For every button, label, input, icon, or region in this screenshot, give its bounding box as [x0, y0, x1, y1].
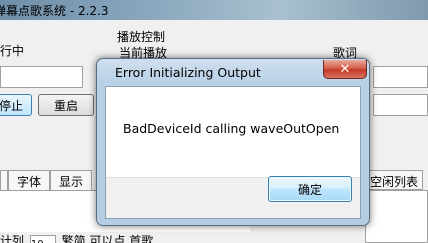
tab-display[interactable]: 显示 [50, 170, 93, 190]
stop-button[interactable]: 停止 [0, 94, 32, 116]
background-window-title: 弹幕点歌系统 - 2.2.3 [0, 4, 109, 18]
song-limit-value: 10 [31, 239, 44, 243]
settings-tabs: 字体 显示 [0, 170, 93, 190]
song-limit-row: 计列 10 繁简 可以点 首歌 [0, 232, 153, 243]
tab-font-label: 字体 [17, 175, 42, 189]
dialog-close-button[interactable]: ✕ [323, 60, 367, 79]
idle-list-pane: 空闲列表 [365, 170, 428, 243]
ok-button[interactable]: 确定 [268, 176, 352, 202]
ok-button-label: 确定 [297, 182, 322, 197]
playback-control-group-label: 播放控制 [117, 30, 166, 44]
error-dialog: Error Initializing Output ✕ BadDeviceId … [96, 58, 370, 226]
lyrics-textbox[interactable] [373, 66, 428, 88]
tab-idle-list-label: 空闲列表 [370, 175, 419, 189]
song-limit-suffix: 繁简 可以点 首歌 [61, 234, 154, 243]
dialog-body: BadDeviceId calling waveOutOpen 确定 [105, 86, 361, 219]
idle-list[interactable] [365, 190, 428, 243]
song-limit-prefix: 计列 [0, 234, 25, 243]
dialog-message: BadDeviceId calling waveOutOpen [123, 121, 340, 136]
tab-left-partial[interactable] [0, 170, 8, 190]
tab-display-label: 显示 [59, 175, 84, 189]
tab-font[interactable]: 字体 [8, 170, 51, 190]
dialog-title: Error Initializing Output [115, 65, 261, 80]
restart-button-label: 重启 [53, 98, 78, 113]
stop-button-label: 停止 [0, 98, 23, 113]
background-title-bar: 弹幕点歌系统 - 2.2.3 [0, 0, 428, 20]
restart-button[interactable]: 重启 [38, 94, 94, 116]
close-icon: ✕ [339, 61, 351, 77]
tab-idle-list[interactable]: 空闲列表 [365, 170, 424, 190]
status-textbox[interactable] [0, 66, 83, 88]
lyrics-secondary-textbox[interactable] [373, 94, 428, 116]
status-label: 运行中 [0, 44, 25, 58]
song-limit-spinner[interactable]: 10 [29, 235, 56, 243]
